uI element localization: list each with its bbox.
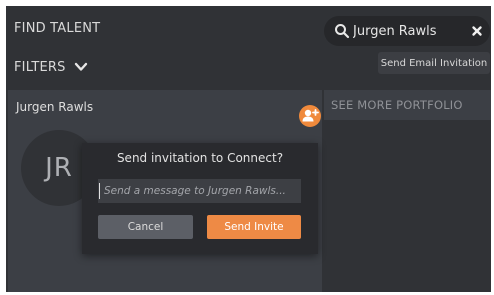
invite-dialog: Send invitation to Connect? Cancel Send … [82, 143, 318, 254]
see-more-portfolio-label: SEE MORE PORTFOLIO [331, 98, 463, 112]
text-caret [99, 183, 100, 199]
chevron-down-icon [74, 62, 87, 71]
send-email-invitation-button[interactable]: Send Email Invitation [378, 52, 490, 74]
filters-label: FILTERS [14, 59, 66, 75]
search-input[interactable] [353, 20, 465, 42]
talent-name: Jurgen Rawls [16, 100, 94, 114]
cancel-button[interactable]: Cancel [98, 215, 193, 239]
add-contact-icon [302, 109, 319, 122]
send-invite-button[interactable]: Send Invite [207, 215, 301, 239]
page-title: FIND TALENT [14, 21, 101, 36]
add-contact-button[interactable] [299, 105, 321, 127]
close-icon[interactable] [469, 23, 485, 39]
message-input[interactable] [98, 179, 301, 203]
dialog-title: Send invitation to Connect? [116, 151, 284, 165]
find-talent-screen: FIND TALENT FILTERS Send Email Invitatio… [6, 6, 491, 292]
filters-toggle[interactable]: FILTERS [14, 57, 88, 77]
search-icon [335, 24, 350, 39]
search-bar[interactable] [324, 16, 490, 46]
see-more-portfolio-button[interactable]: SEE MORE PORTFOLIO [324, 90, 491, 120]
